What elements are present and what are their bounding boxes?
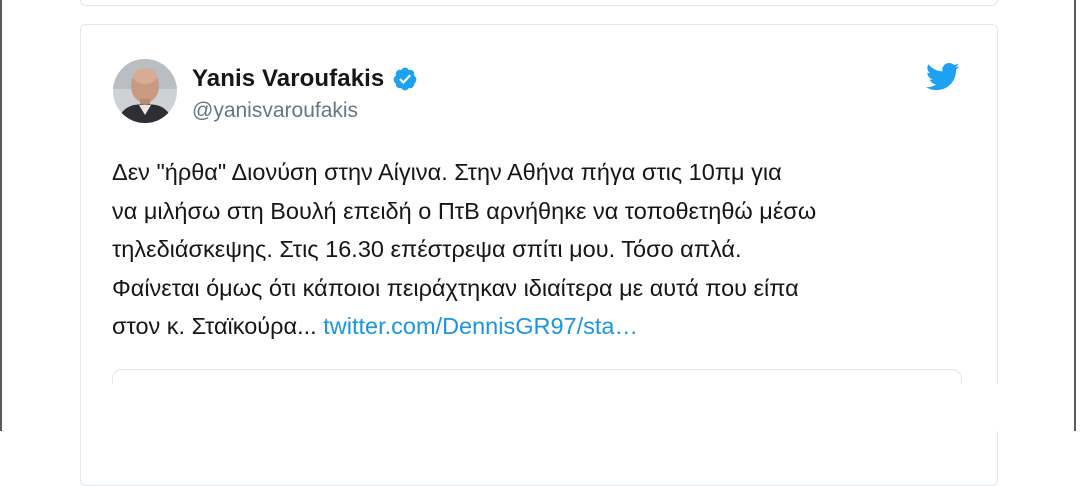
tweet-text-line: Φαίνεται όμως ότι κάποιοι πειράχτηκαν ιδ… <box>112 274 799 301</box>
tweet-text-line: να μιλήσω στη Βουλή επειδή ο ΠτΒ αρνήθηκ… <box>112 197 817 224</box>
author-handle[interactable]: @yanisvaroufakis <box>192 99 358 123</box>
avatar-photo <box>113 59 177 123</box>
author-avatar[interactable] <box>113 59 177 123</box>
twitter-bird-icon[interactable] <box>925 62 960 92</box>
tweet-text-line: στον κ. Σταϊκούρα... <box>112 313 324 339</box>
author-name-row: Yanis Varoufakis <box>192 62 418 96</box>
tweet-text-line: τηλεδιάσκεψης. Στις 16.30 επέστρεψα σπίτ… <box>112 236 742 262</box>
author-name[interactable]: Yanis Varoufakis <box>192 65 384 93</box>
verified-badge-icon <box>392 66 418 92</box>
tweet-text-line: Δεν "ήρθα" Διονύση στην Αίγινα. Στην Αθή… <box>112 159 782 185</box>
tweet-link[interactable]: twitter.com/DennisGR97/sta… <box>323 313 638 339</box>
window-right-edge <box>1074 0 1076 431</box>
previous-tweet-card <box>80 0 998 6</box>
window-left-edge <box>0 0 2 431</box>
tweet-text-last-line: στον κ. Σταϊκούρα... twitter.com/DennisG… <box>112 307 962 346</box>
tweet-text: Δεν "ήρθα" Διονύση στην Αίγινα. Στην Αθή… <box>112 153 962 346</box>
cropped-area <box>82 384 1072 431</box>
